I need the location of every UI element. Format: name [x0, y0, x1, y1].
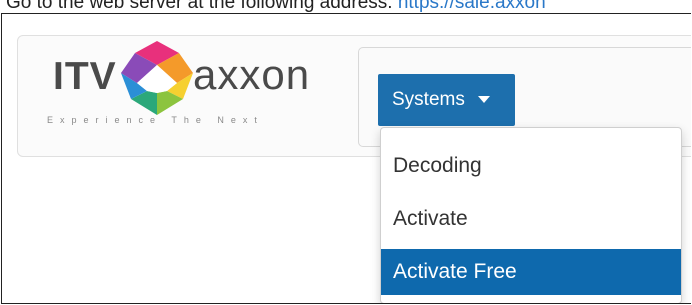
itv-axxon-logo[interactable]: ITV axxon Experience The Next — [29, 35, 359, 135]
colorful-hexagon-icon — [121, 41, 193, 115]
server-address-link[interactable]: https://sale.axxon — [398, 0, 546, 13]
menu-item-label: Decoding — [393, 154, 482, 177]
menu-item-activate[interactable]: Activate — [381, 196, 681, 242]
logo-text-axxon: axxon — [193, 51, 311, 98]
menu-item-decoding[interactable]: Decoding — [381, 143, 681, 189]
systems-button-label: Systems — [392, 89, 465, 110]
instruction-label: Go to the web server at the following ad… — [6, 0, 393, 13]
caret-down-icon — [478, 96, 491, 104]
menu-item-label: Activate — [393, 207, 468, 230]
logo-text-itv: ITV — [53, 55, 117, 98]
screenshot-frame: ITV axxon Experience The Next Systems De… — [1, 13, 691, 304]
logo-tagline: Experience The Next — [47, 115, 264, 125]
systems-dropdown-menu: Decoding Activate Activate Free — [380, 127, 682, 303]
menu-item-activate-free[interactable]: Activate Free — [381, 249, 681, 295]
menu-item-label: Activate Free — [393, 260, 517, 283]
instruction-text: Go to the web server at the following ad… — [6, 0, 692, 13]
systems-dropdown-button[interactable]: Systems — [378, 74, 515, 126]
